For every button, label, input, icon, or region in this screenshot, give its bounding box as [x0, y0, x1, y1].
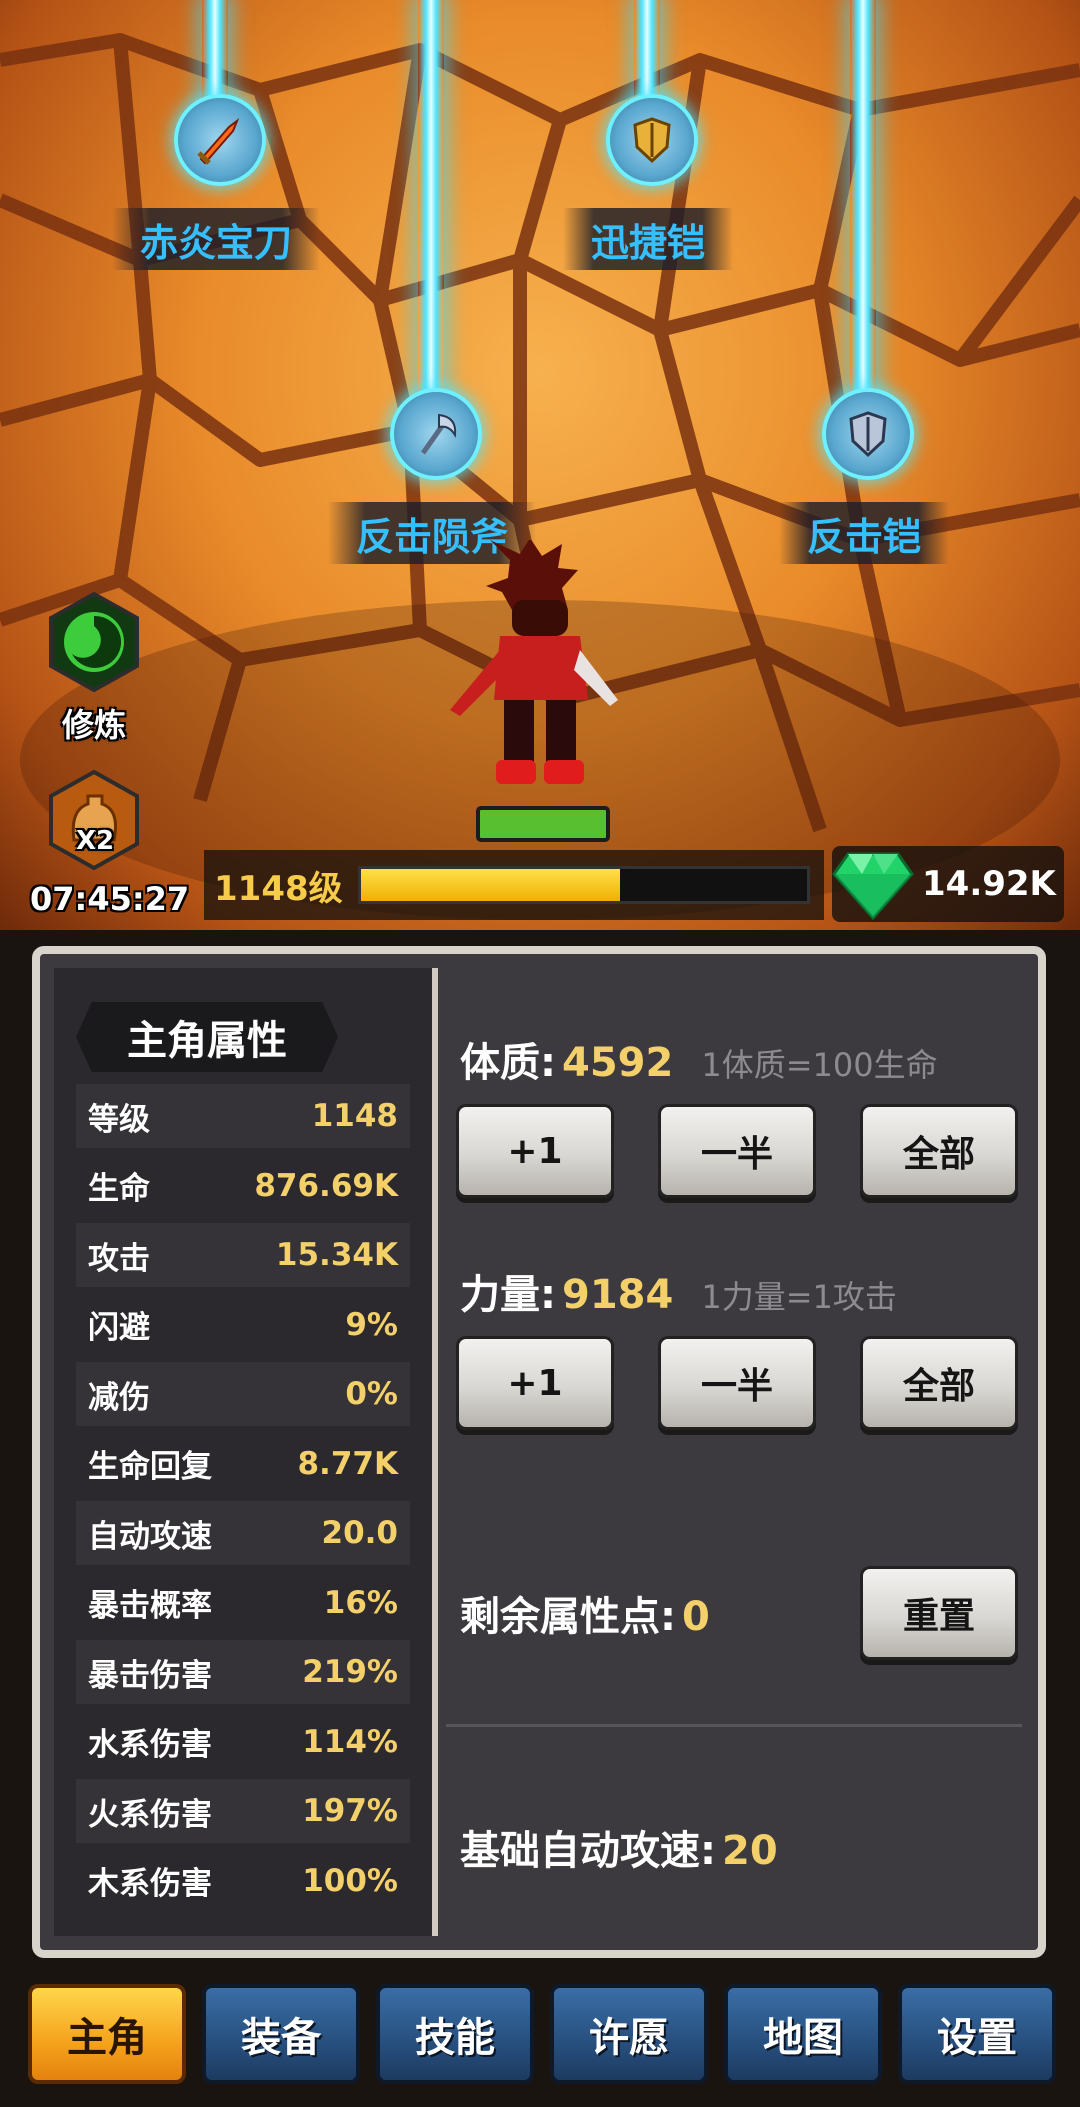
stat-name: 等级	[88, 1101, 150, 1138]
stat-row: 等级 1148	[76, 1084, 410, 1148]
constitution-all-button[interactable]: 全部	[860, 1104, 1018, 1198]
level-bar: 1148级	[204, 850, 824, 920]
hero-health-bar	[476, 806, 610, 842]
xp-progress-fill	[361, 869, 620, 901]
stat-name: 水系伤害	[88, 1727, 212, 1763]
constitution-half-button[interactable]: 一半	[658, 1104, 816, 1198]
stat-value: 197%	[302, 1793, 398, 1829]
xp-progress-track	[358, 866, 810, 904]
cultivate-icon	[49, 592, 139, 692]
stat-name: 自动攻速	[88, 1518, 212, 1555]
stat-name: 暴击概率	[88, 1588, 212, 1624]
stat-name: 暴击伤害	[88, 1657, 212, 1694]
equipment-label: 迅捷铠	[562, 208, 734, 270]
stat-value: 15.34K	[275, 1237, 398, 1273]
remaining-points-label: 剩余属性点:	[460, 1594, 676, 1640]
remaining-points-line: 剩余属性点: 0	[460, 1584, 710, 1642]
stat-row: 火系伤害 197%	[76, 1779, 410, 1843]
base-speed-value: 20	[722, 1828, 778, 1874]
stat-name: 闪避	[88, 1310, 150, 1346]
cultivate-label: 修炼	[62, 706, 127, 744]
stat-row: 闪避 9%	[76, 1293, 410, 1357]
stat-name: 生命回复	[88, 1449, 212, 1485]
tab-settings[interactable]: 设置	[898, 1984, 1056, 2084]
reset-button[interactable]: 重置	[860, 1566, 1018, 1660]
stat-value: 8.77K	[297, 1445, 398, 1482]
panel-divider	[446, 1724, 1022, 1727]
stat-row: 生命 876.69K	[76, 1154, 410, 1218]
constitution-hint: 1体质=100生命	[701, 1046, 938, 1084]
constitution-plus-one-button[interactable]: +1	[456, 1104, 614, 1198]
hero-stats-column: 主角属性 等级 1148 生命 876.69K 攻击 15.34K 闪避 9% 减伤 0% 生命回复…	[54, 968, 438, 1936]
remaining-points-value: 0	[682, 1594, 710, 1640]
stat-value: 114%	[302, 1723, 398, 1760]
hero-attributes-panel: 主角属性 等级 1148 生命 876.69K 攻击 15.34K 闪避 9% 减伤 0% 生命回复…	[32, 946, 1046, 1958]
boost-timer: 07:45:27	[30, 880, 190, 918]
stat-name: 生命	[88, 1171, 150, 1207]
loot-beam	[850, 0, 876, 400]
boost-multiplier: X2	[76, 826, 115, 856]
gem-amount: 14.92K	[922, 864, 1056, 904]
stat-name: 火系伤害	[88, 1796, 212, 1833]
stat-name: 攻击	[88, 1240, 150, 1277]
tab-equipment[interactable]: 装备	[202, 1984, 360, 2084]
tab-wish[interactable]: 许愿	[550, 1984, 708, 2084]
stat-value: 876.69K	[254, 1167, 398, 1204]
stat-row: 自动攻速 20.0	[76, 1501, 410, 1565]
axe-icon[interactable]	[390, 388, 482, 480]
tab-hero[interactable]: 主角	[28, 1984, 186, 2084]
tab-skills[interactable]: 技能	[376, 1984, 534, 2084]
equipment-label: 反击铠	[778, 502, 950, 564]
loot-beam	[418, 0, 444, 400]
gem-icon	[832, 852, 914, 921]
stat-name: 木系伤害	[88, 1866, 212, 1902]
stat-row: 暴击伤害 219%	[76, 1640, 410, 1704]
stat-name: 减伤	[88, 1379, 150, 1416]
stat-value: 16%	[323, 1584, 398, 1621]
stat-row: 木系伤害 100%	[76, 1849, 410, 1913]
base-speed-label: 基础自动攻速:	[460, 1828, 716, 1874]
strength-half-button[interactable]: 一半	[658, 1336, 816, 1430]
constitution-line: 体质: 4592 1体质=100生命	[460, 1030, 938, 1088]
stat-value: 1148	[311, 1098, 398, 1134]
stat-value: 0%	[345, 1376, 398, 1412]
strength-label: 力量:	[460, 1272, 556, 1318]
stat-row: 生命回复 8.77K	[76, 1432, 410, 1496]
golden-armor-icon[interactable]	[606, 94, 698, 186]
constitution-label: 体质:	[460, 1040, 556, 1086]
equipment-label: 赤炎宝刀	[111, 208, 321, 270]
strength-plus-one-button[interactable]: +1	[456, 1336, 614, 1430]
stats-title: 主角属性	[76, 1002, 338, 1072]
constitution-value: 4592	[562, 1040, 674, 1086]
stat-row: 攻击 15.34K	[76, 1223, 410, 1287]
stat-value: 100%	[302, 1862, 398, 1899]
flame-sword-icon[interactable]	[174, 94, 266, 186]
stat-row: 暴击概率 16%	[76, 1571, 410, 1635]
game-scene: 赤炎宝刀 迅捷铠 反击陨斧 反击铠 修炼 X2 07:45:27 1148级 1…	[0, 0, 1080, 930]
stat-value: 20.0	[321, 1515, 399, 1551]
stat-row: 水系伤害 114%	[76, 1710, 410, 1774]
strength-line: 力量: 9184 1力量=1攻击	[460, 1262, 897, 1320]
strength-value: 9184	[562, 1272, 674, 1318]
base-speed-line: 基础自动攻速: 20	[460, 1818, 778, 1876]
cultivate-button[interactable]	[44, 592, 144, 692]
silver-armor-icon[interactable]	[822, 388, 914, 480]
tab-map[interactable]: 地图	[724, 1984, 882, 2084]
stat-row: 减伤 0%	[76, 1362, 410, 1426]
strength-all-button[interactable]: 全部	[860, 1336, 1018, 1430]
hero-level: 1148级	[214, 868, 343, 909]
stat-value: 219%	[302, 1654, 398, 1690]
stat-value: 9%	[345, 1306, 398, 1343]
gem-counter[interactable]: 14.92K	[832, 846, 1064, 922]
strength-hint: 1力量=1攻击	[701, 1278, 897, 1316]
hero-character	[450, 540, 618, 784]
